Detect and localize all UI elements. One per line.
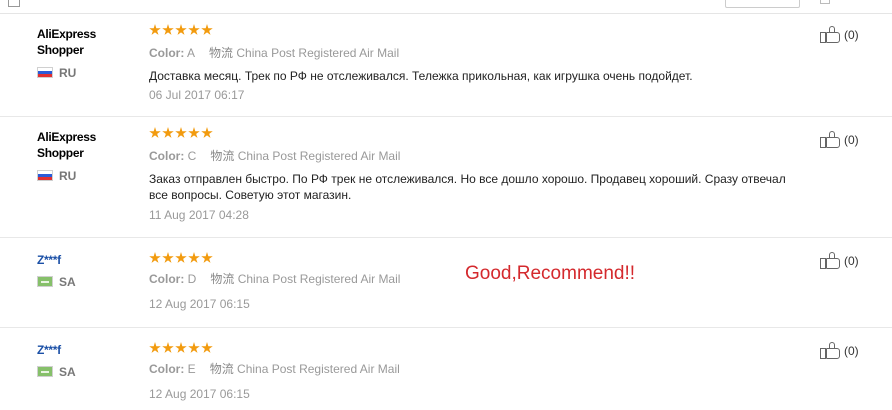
- shipping-label: 物流: [210, 149, 235, 163]
- order-info: Color: E 物流 China Post Registered Air Mai…: [149, 360, 400, 377]
- shipping-label: 物流: [209, 46, 234, 60]
- star-icon: [175, 342, 187, 353]
- star-icon: [162, 127, 174, 138]
- order-info: Color: D 物流 China Post Registered Air Mai…: [149, 270, 400, 287]
- star-icon: [188, 24, 200, 35]
- saudi-arabia-flag-icon: [37, 366, 53, 377]
- helpful-button[interactable]: (0): [820, 252, 859, 270]
- review-toolbar: [0, 0, 892, 14]
- thumbs-up-icon[interactable]: [820, 131, 842, 149]
- thumbs-up-icon[interactable]: [820, 252, 842, 270]
- star-icon: [201, 252, 213, 263]
- helpful-count: (0): [844, 133, 859, 147]
- reviewer-name: AliExpress Shopper: [37, 130, 97, 160]
- recommend-annotation: Good,Recommend!!: [465, 263, 636, 284]
- color-value: E: [187, 362, 196, 376]
- russia-flag-icon: [37, 67, 53, 78]
- star-icon: [175, 127, 187, 138]
- star-icon: [201, 342, 213, 353]
- review-item: AliExpress Shopper RU Color: A 物流 China P…: [0, 14, 892, 117]
- star-icon: [188, 127, 200, 138]
- star-icon: [175, 24, 187, 35]
- helpful-button[interactable]: (0): [820, 342, 859, 360]
- saudi-arabia-flag-icon: [37, 276, 53, 287]
- color-label: Color:: [149, 362, 185, 376]
- helpful-button[interactable]: (0): [820, 131, 859, 149]
- star-icon: [149, 252, 161, 263]
- star-icon: [162, 342, 174, 353]
- review-item: AliExpress Shopper RU Color: C 物流 China P…: [0, 117, 892, 238]
- star-rating: [149, 252, 213, 264]
- reviewer-country: RU: [37, 66, 76, 80]
- color-value: D: [187, 272, 197, 286]
- star-icon: [149, 127, 161, 138]
- helpful-count: (0): [844, 28, 859, 42]
- thumbs-up-icon[interactable]: [820, 26, 842, 44]
- shipping-value: China Post Registered Air Mail: [237, 362, 400, 376]
- star-icon: [201, 127, 213, 138]
- reviewer-country: RU: [37, 169, 76, 183]
- sort-toggle[interactable]: [820, 0, 830, 4]
- helpful-button[interactable]: (0): [820, 26, 859, 44]
- color-value: C: [187, 149, 197, 163]
- review-text: Доставка месяц. Трек по РФ не отслеживал…: [149, 69, 693, 83]
- star-icon: [162, 24, 174, 35]
- shipping-value: China Post Registered Air Mail: [237, 149, 401, 163]
- helpful-count: (0): [844, 254, 859, 268]
- review-date: 12 Aug 2017 06:15: [149, 297, 250, 311]
- star-icon: [149, 24, 161, 35]
- country-code: SA: [59, 275, 76, 289]
- reviewer-country: SA: [37, 365, 76, 379]
- country-code: SA: [59, 365, 76, 379]
- star-icon: [162, 252, 174, 263]
- review-date: 06 Jul 2017 06:17: [149, 88, 245, 102]
- shipping-value: China Post Registered Air Mail: [237, 272, 401, 286]
- review-item: Z***f SA Color: D 物流 China Post Registere…: [0, 238, 892, 328]
- review-date: 12 Aug 2017 06:15: [149, 387, 250, 401]
- country-code: RU: [59, 169, 77, 183]
- review-item: Z***f SA Color: E 物流 China Post Registere…: [0, 328, 892, 410]
- star-icon: [175, 252, 187, 263]
- review-date: 11 Aug 2017 04:28: [149, 208, 249, 222]
- sort-select[interactable]: [725, 0, 800, 8]
- star-rating: [149, 127, 213, 139]
- order-info: Color: A 物流 China Post Registered Air Mai…: [149, 44, 399, 61]
- reviewer-country: SA: [37, 275, 76, 289]
- reviewer-name[interactable]: Z***f: [37, 342, 127, 358]
- country-code: RU: [59, 66, 77, 80]
- star-icon: [149, 342, 161, 353]
- star-icon: [188, 252, 200, 263]
- shipping-value: China Post Registered Air Mail: [236, 46, 400, 60]
- star-rating: [149, 24, 213, 36]
- color-value: A: [187, 46, 196, 60]
- color-label: Color:: [149, 46, 185, 60]
- reviewer-name: AliExpress Shopper: [37, 27, 97, 57]
- thumbs-up-icon[interactable]: [820, 342, 842, 360]
- russia-flag-icon: [37, 170, 53, 181]
- color-label: Color:: [149, 272, 185, 286]
- color-label: Color:: [149, 149, 185, 163]
- order-info: Color: C 物流 China Post Registered Air Mai…: [149, 147, 400, 164]
- star-icon: [188, 342, 200, 353]
- shipping-label: 物流: [209, 362, 234, 376]
- review-text: Заказ отправлен быстро. По РФ трек не от…: [149, 172, 786, 202]
- star-rating: [149, 342, 213, 354]
- reviewer-name[interactable]: Z***f: [37, 252, 127, 268]
- star-icon: [201, 24, 213, 35]
- shipping-label: 物流: [210, 272, 235, 286]
- helpful-count: (0): [844, 344, 859, 358]
- filter-checkbox[interactable]: [8, 0, 20, 7]
